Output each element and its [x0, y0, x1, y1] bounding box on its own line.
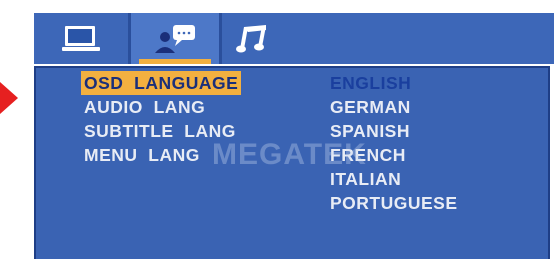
- music-note-icon: [236, 24, 266, 52]
- tab-language[interactable]: [131, 13, 222, 64]
- watermark: MEGATEK: [212, 138, 367, 171]
- menu-item-audio-lang[interactable]: AUDIO LANG: [84, 95, 241, 119]
- monitor-icon: [62, 25, 100, 51]
- option-german[interactable]: GERMAN: [330, 95, 458, 119]
- option-english[interactable]: ENGLISH: [330, 71, 458, 95]
- option-portuguese[interactable]: PORTUGUESE: [330, 191, 458, 215]
- tab-system[interactable]: [34, 13, 131, 64]
- settings-panel: OSD LANGUAGE AUDIO LANG SUBTITLE LANG ME…: [34, 66, 550, 259]
- tab-bar: [34, 13, 554, 64]
- user-chat-icon: [155, 24, 195, 53]
- menu-item-osd-language[interactable]: OSD LANGUAGE: [81, 71, 242, 95]
- pointer-arrow-icon: [0, 82, 18, 114]
- tab-audio[interactable]: [222, 13, 282, 64]
